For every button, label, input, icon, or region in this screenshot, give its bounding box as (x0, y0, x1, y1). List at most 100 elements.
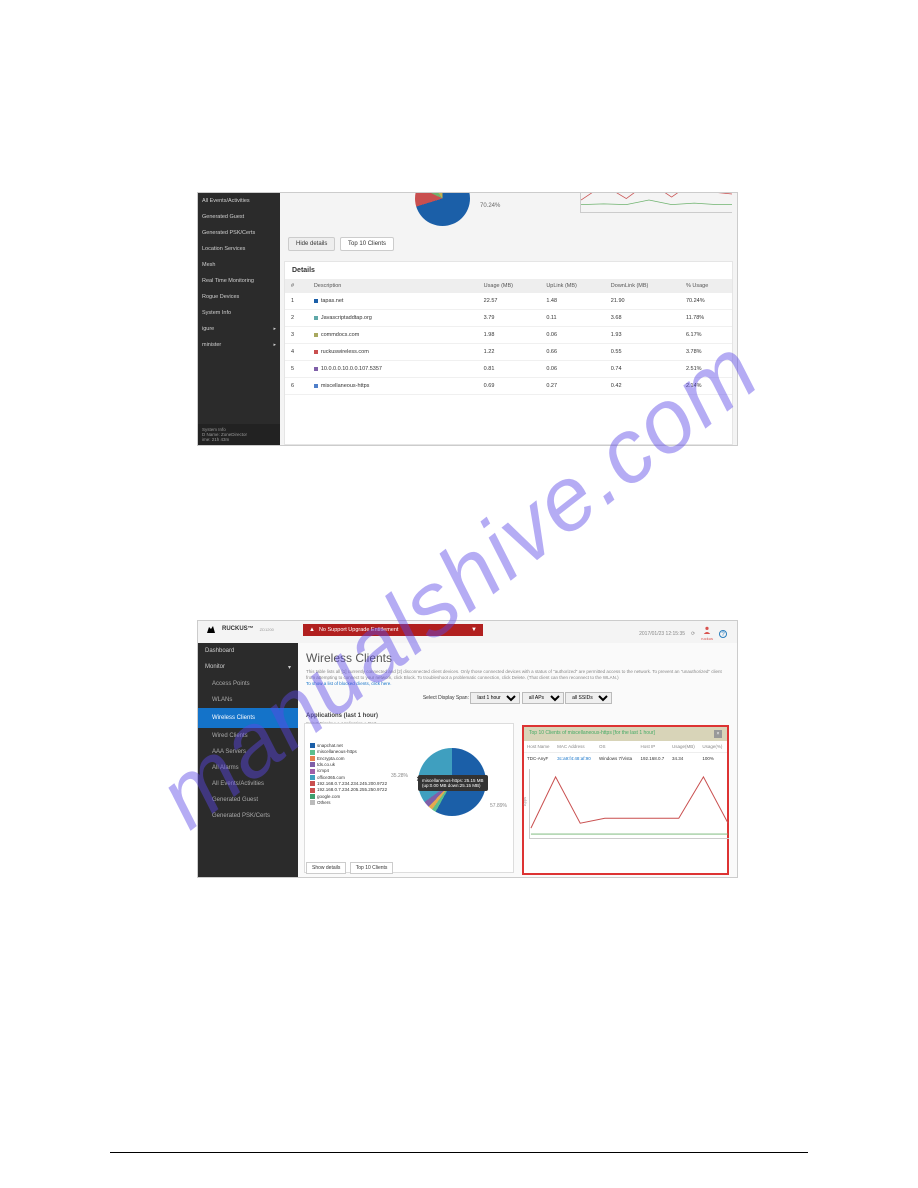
banner-dropdown-icon[interactable]: ▼ (471, 627, 477, 633)
user-icon[interactable] (703, 626, 711, 634)
brand-logo-text: RUCKUS™ (222, 626, 254, 632)
legend-item: 192.168.0.7.234.205.255.250.9722 (310, 787, 387, 792)
chart-ylabel: Apps (522, 797, 527, 806)
username-label: ruckus (701, 636, 713, 641)
datetime-label: 2017/01/23 12:15:35 (639, 631, 685, 637)
legend-item: snapchat.net (310, 743, 387, 748)
cell-os: Windows 7/Vista (596, 753, 637, 765)
table-row[interactable]: 3commdocs.com1.980.061.936.17% (285, 327, 732, 344)
cell-pct: 100% (699, 753, 727, 765)
figure-38-screenshot: All Events/Activities Generated Guest Ge… (197, 192, 738, 446)
sidebar-item-expandable[interactable]: igure (198, 321, 280, 337)
tab-show-details[interactable]: Show details (306, 862, 346, 874)
top10-clients-panel: Top 10 Clients of miscellaneous-https [f… (522, 725, 729, 875)
close-icon[interactable]: × (714, 730, 722, 738)
sidebar-item-wlans[interactable]: WLANs (198, 692, 298, 708)
sidebar-item-dashboard[interactable]: Dashboard (198, 643, 298, 659)
page-description: This table lists all [1] currently conne… (298, 669, 737, 690)
sidebar-footer-uptime: ime: 21h 43m (202, 437, 276, 442)
sidebar-item-expandable[interactable]: minister (198, 337, 280, 353)
top10-clients-table: Host Name MAC Address OS Host IP Usage(M… (524, 741, 727, 764)
pie-tooltip: miscellaneous-https: 25.15 MB (up:0.00 M… (418, 775, 488, 791)
figure-39-screenshot: RUCKUS™ ZD1200 ▲ No Support Upgrade Enti… (197, 620, 738, 878)
col-usagepct: Usage(%) (699, 741, 727, 753)
details-table: # Description Usage (MB) UpLink (MB) Dow… (285, 279, 732, 395)
sidebar-item[interactable]: Location Services (198, 241, 280, 257)
tab-top10-clients[interactable]: Top 10 Clients (350, 862, 394, 874)
filter-ssid-select[interactable]: all SSIDs (565, 692, 612, 704)
col-usagemb: Usage(MB) (669, 741, 699, 753)
top-bar: RUCKUS™ ZD1200 (206, 624, 274, 634)
table-row[interactable]: 4ruckuswireless.com1.220.660.553.78% (285, 344, 732, 361)
legend-item: google.com (310, 794, 387, 799)
main-content: Wireless Clients This table lists all [1… (298, 643, 737, 877)
sidebar-item-wireless-clients[interactable]: Wireless Clients (198, 708, 298, 728)
tab-top10-clients[interactable]: Top 10 Clients (340, 237, 394, 251)
col-index: # (285, 279, 308, 293)
alert-banner[interactable]: ▲ No Support Upgrade Entitlement ▼ (303, 624, 483, 636)
table-row[interactable]: TDC-AnyF 3c:a9:f4:48:af:90 Windows 7/Vis… (524, 753, 727, 765)
page-footer-rule (110, 1152, 808, 1153)
sidebar-item-generated-psk[interactable]: Generated PSK/Certs (198, 808, 298, 824)
sidebar-footer: System Info D Name: ZoneDirector ime: 21… (198, 424, 280, 445)
ruckus-logo-icon (206, 624, 216, 634)
table-row[interactable]: 6miscellaneous-https0.690.270.422.14% (285, 378, 732, 395)
tab-row: Hide details Top 10 Clients (288, 237, 397, 251)
legend-item: Others (310, 800, 387, 805)
top-charts-row: 70.24% (280, 193, 737, 233)
client-traffic-line-chart: Apps (529, 769, 729, 839)
table-row[interactable]: 2Javascriptaddtap.org3.790.113.6811.78% (285, 310, 732, 327)
sidebar-item[interactable]: Mesh (198, 257, 280, 273)
sidebar-item[interactable]: System Info (198, 305, 280, 321)
col-hostname: Host Name (524, 741, 554, 753)
sidebar-item[interactable]: Real Time Monitoring (198, 273, 280, 289)
filter-label: Select Display Span: (423, 695, 469, 701)
filter-row: Select Display Span: last 1 hour all APs… (298, 690, 737, 710)
pie-slice-percent-1: 35.28% (391, 773, 408, 779)
sidebar-item-monitor[interactable]: Monitor▾ (198, 659, 298, 676)
sidebar-nav: Dashboard Monitor▾ Access Points WLANs W… (198, 643, 298, 877)
cell-hostname: TDC-AnyF (524, 753, 554, 765)
details-title: Details (285, 262, 732, 279)
sidebar-item-aaa-servers[interactable]: AAA Servers (198, 744, 298, 760)
filter-ap-select[interactable]: all APs (522, 692, 564, 704)
sidebar-item-generated-guest[interactable]: Generated Guest (198, 792, 298, 808)
help-icon[interactable]: ? (719, 630, 727, 638)
legend-item: Encrypta.com (310, 756, 387, 761)
col-description: Description (308, 279, 478, 293)
details-panel: Details # Description Usage (MB) UpLink … (284, 261, 733, 445)
sidebar-item[interactable]: Generated Guest (198, 209, 280, 225)
brand-model: ZD1200 (260, 627, 274, 632)
col-usage: Usage (MB) (478, 279, 541, 293)
refresh-icon[interactable]: ⟳ (691, 631, 695, 637)
legend-item: icmp4 (310, 768, 387, 773)
filter-span-select[interactable]: last 1 hour (470, 692, 520, 704)
sidebar-item[interactable]: All Events/Activities (198, 193, 280, 209)
sidebar-item-all-alarms[interactable]: All Alarms (198, 760, 298, 776)
table-row[interactable]: 1tapas.net22.571.4821.9070.24% (285, 293, 732, 310)
col-mac: MAC Address (554, 741, 596, 753)
legend-item: miscellaneous-https (310, 749, 387, 754)
sidebar-item-access-points[interactable]: Access Points (198, 676, 298, 692)
applications-panel-title: Applications (last 1 hour) (298, 710, 737, 721)
cell-ip: 192.168.0.7 (637, 753, 669, 765)
sidebar-item-wired-clients[interactable]: Wired Clients (198, 728, 298, 744)
page-title: Wireless Clients (298, 643, 737, 669)
warning-icon: ▲ (309, 627, 315, 633)
col-uplink: UpLink (MB) (540, 279, 604, 293)
sidebar-item-all-events[interactable]: All Events/Activities (198, 776, 298, 792)
table-row[interactable]: 510.0.0.0.10.0.0.107.53570.810.060.742.5… (285, 361, 732, 378)
sidebar-item[interactable]: Generated PSK/Certs (198, 225, 280, 241)
blocked-clients-link[interactable]: To show a list of blocked clients, click… (306, 681, 392, 686)
banner-text: No Support Upgrade Entitlement (319, 627, 399, 633)
panel-header-title: Top 10 Clients of miscellaneous-https [f… (529, 730, 655, 738)
cell-mac-link[interactable]: 3c:a9:f4:48:af:90 (554, 753, 596, 765)
chevron-down-icon: ▾ (288, 664, 291, 671)
top-utility: 2017/01/23 12:15:35 ⟳ ruckus ? (639, 626, 727, 641)
pie-slice-percent-2: 57.89% (490, 803, 507, 809)
cell-mb: 34.34 (669, 753, 699, 765)
col-downlink: DownLink (MB) (605, 279, 680, 293)
sidebar-item[interactable]: Rogue Devices (198, 289, 280, 305)
tab-hide-details[interactable]: Hide details (288, 237, 335, 251)
col-os: OS (596, 741, 637, 753)
